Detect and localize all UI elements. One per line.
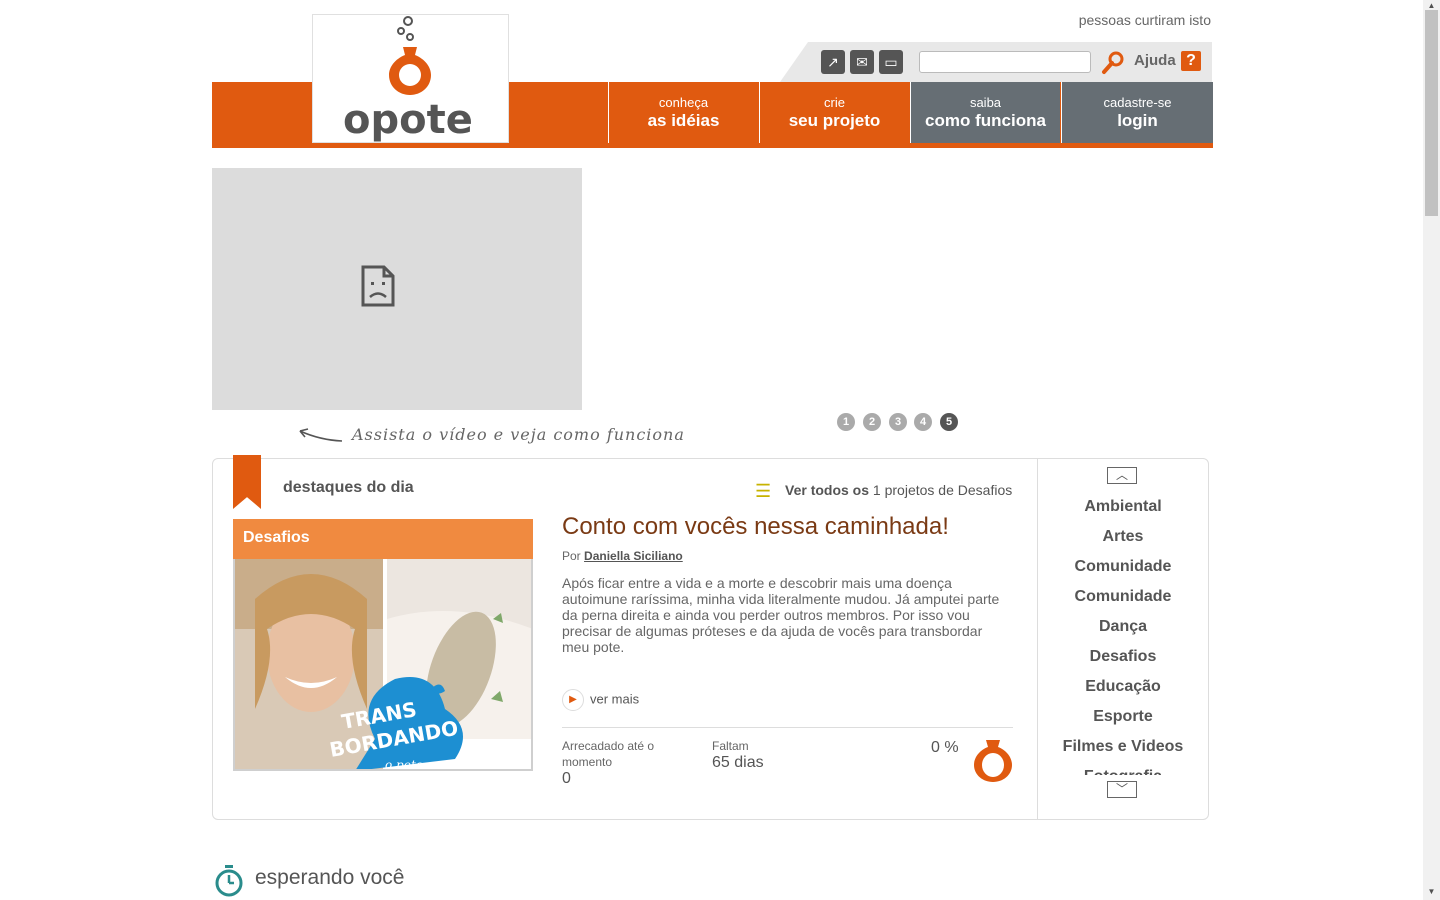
slide-dot-1[interactable]: 1 [837,413,855,431]
category-item[interactable]: Esporte [1038,703,1208,733]
video-player[interactable] [212,168,582,410]
mail-icon[interactable]: ✉ [850,50,874,74]
video-hint-text: Assista o vídeo e veja como funciona [352,425,685,444]
broken-document-icon [361,265,395,307]
nav-small-label: crie [824,95,845,110]
slide-dot-4[interactable]: 4 [914,413,932,431]
category-item[interactable]: Dança [1038,613,1208,643]
search-icon[interactable] [1100,50,1126,76]
see-all-suffix: projetos de Desafios [884,482,1013,498]
image-caption-line3: o pote [385,758,423,771]
site-logo[interactable]: opote [312,14,509,143]
likes-text: pessoas curtiram isto [1078,12,1211,28]
funded-percent: 0 % [931,739,959,756]
scroll-up-icon[interactable]: ▲ [1423,0,1440,12]
remaining-label: Faltam [712,739,749,753]
stopwatch-icon [215,865,243,897]
see-all-count: 1 [872,482,881,498]
scrollbar-thumb[interactable] [1425,10,1438,216]
nav-login[interactable]: cadastre-se login [1061,82,1213,143]
nav-big-label: seu projeto [788,111,881,130]
see-all-prefix: Ver todos os [785,482,870,498]
category-item[interactable]: Educação [1038,673,1208,703]
raised-label: Arrecadado até o momento [562,739,655,769]
raised-stat: Arrecadado até o momento 0 [562,738,672,788]
category-item[interactable]: Artes [1038,523,1208,553]
see-all-link[interactable]: Ver todos os 1 projetos de Desafios [785,482,1012,498]
nav-big-label: login [1117,111,1158,130]
category-item[interactable]: Ambiental [1038,493,1208,523]
project-image[interactable]: TRANS BORDANDO o pote [233,559,533,771]
project-byline: Por Daniella Siciliano [562,549,683,563]
play-icon: ▶ [562,689,584,711]
stats-divider [562,727,1013,728]
chevron-up-icon[interactable]: ︿ [1107,467,1137,484]
ver-mais-label: ver mais [590,691,640,707]
nav-small-label: saiba [969,95,1002,110]
chat-icon[interactable]: ▭ [879,50,903,74]
project-description: Após ficar entre a vida e a morte e desc… [562,575,1000,655]
share-icon[interactable]: ↗ [821,50,845,74]
remaining-value: 65 dias [712,754,764,771]
slide-dot-2[interactable]: 2 [863,413,881,431]
slide-dot-3[interactable]: 3 [889,413,907,431]
category-item[interactable]: Filmes e Videos [1038,733,1208,763]
nav-big-label: como funciona [925,111,1046,130]
nav-small-label: cadastre-se [1103,95,1172,110]
waiting-section-title: esperando você [255,866,405,889]
category-item[interactable]: Comunidade [1038,553,1208,583]
logo-text: opote [343,97,473,143]
raised-value: 0 [562,770,571,787]
ver-mais-link[interactable]: ▶ ver mais [562,689,639,711]
category-list: Ambiental Artes Comunidade Comunidade Da… [1038,493,1208,775]
pot-progress-icon [974,740,1012,782]
scroll-down-icon[interactable]: ▼ [1423,886,1440,898]
search-input[interactable] [919,51,1091,73]
project-category-label[interactable]: Desafios [233,519,533,559]
list-icon: ☰ [755,481,772,501]
curved-arrow-icon [299,428,343,442]
chevron-down-icon[interactable]: ﹀ [1107,781,1137,798]
help-link[interactable]: Ajuda [1134,52,1176,69]
help-question-icon[interactable]: ? [1181,51,1201,71]
slide-dot-5[interactable]: 5 [940,413,958,431]
nav-big-label: as idéias [647,111,720,130]
project-title[interactable]: Conto com vocês nessa caminhada! [562,513,949,541]
by-label: Por [562,549,581,563]
category-item[interactable]: Fotografia [1038,763,1208,775]
remaining-stat: Faltam 65 dias [712,738,822,772]
category-item[interactable]: Desafios [1038,643,1208,673]
highlights-title: destaques do dia [283,479,414,496]
nav-conheca-ideias[interactable]: conheça as idéias [608,82,758,143]
nav-small-label: conheça [658,95,709,110]
nav-como-funciona[interactable]: saiba como funciona [910,82,1060,143]
category-item[interactable]: Comunidade [1038,583,1208,613]
nav-crie-projeto[interactable]: crie seu projeto [759,82,909,143]
author-link[interactable]: Daniella Siciliano [584,549,683,563]
